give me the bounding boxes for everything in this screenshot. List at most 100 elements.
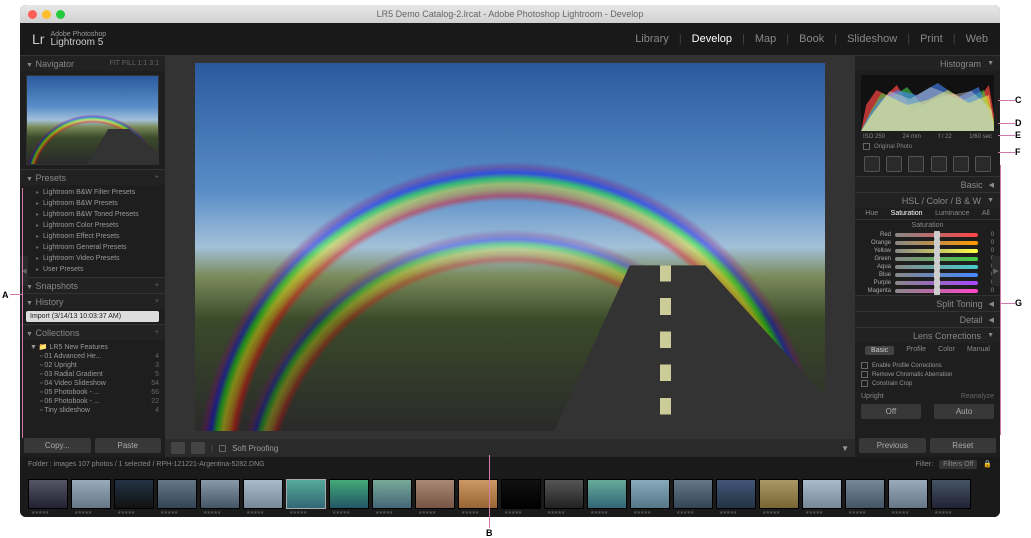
lens-tab-basic[interactable]: Basic xyxy=(865,346,894,355)
clear-history-icon[interactable]: × xyxy=(155,298,159,305)
upright-off-button[interactable]: Off xyxy=(861,404,921,419)
toolbar-menu-icon[interactable]: ▼ xyxy=(841,444,849,453)
crop-tool-icon[interactable] xyxy=(864,156,880,172)
filmstrip-thumb[interactable] xyxy=(931,479,971,509)
filmstrip-thumb[interactable] xyxy=(587,479,627,509)
module-web[interactable]: Web xyxy=(966,33,988,45)
module-print[interactable]: Print xyxy=(920,33,943,45)
lens-tab-color[interactable]: Color xyxy=(938,346,955,355)
filmstrip-thumb[interactable] xyxy=(286,479,326,509)
filter-lock-icon[interactable]: 🔒 xyxy=(983,460,992,468)
lens-tab-manual[interactable]: Manual xyxy=(967,346,990,355)
navigator-preview[interactable] xyxy=(26,75,159,165)
original-photo-checkbox[interactable] xyxy=(863,143,870,150)
filmstrip-thumb[interactable] xyxy=(544,479,584,509)
preset-folder[interactable]: Lightroom General Presets xyxy=(20,242,165,253)
collection-item[interactable]: ▫ 03 Radial Gradient5 xyxy=(20,370,165,379)
collapse-right-icon[interactable]: ▶ xyxy=(992,256,1000,286)
collection-item[interactable]: ▫ 05 Photobook - ...66 xyxy=(20,388,165,397)
hsl-tab-saturation[interactable]: Saturation xyxy=(891,210,923,217)
navigator-modes[interactable]: FIT FILL 1:1 3:1 xyxy=(110,60,159,67)
add-preset-icon[interactable]: + xyxy=(155,174,159,181)
slider-orange[interactable]: Orange0 xyxy=(855,239,1000,247)
filmstrip-thumb[interactable] xyxy=(157,479,197,509)
filmstrip-thumb[interactable] xyxy=(802,479,842,509)
filmstrip-thumb[interactable] xyxy=(200,479,240,509)
slider-purple[interactable]: Purple0 xyxy=(855,279,1000,287)
collections-header[interactable]: ▼ Collections + xyxy=(20,324,165,340)
filmstrip-thumb[interactable] xyxy=(845,479,885,509)
loupe-view-icon[interactable] xyxy=(171,442,185,454)
filmstrip-thumb[interactable] xyxy=(458,479,498,509)
preset-folder[interactable]: Lightroom B&W Presets xyxy=(20,198,165,209)
lens-check[interactable]: Remove Chromatic Aberration xyxy=(861,370,994,379)
slider-blue[interactable]: Blue0 xyxy=(855,271,1000,279)
collection-item[interactable]: ▫ 01 Advanced He...4 xyxy=(20,352,165,361)
collection-item[interactable]: ▫ 06 Photobook - ...22 xyxy=(20,397,165,406)
module-book[interactable]: Book xyxy=(799,33,824,45)
detail-header[interactable]: Detail ◀ xyxy=(855,311,1000,327)
preset-folder[interactable]: Lightroom Effect Presets xyxy=(20,231,165,242)
gradient-tool-icon[interactable] xyxy=(931,156,947,172)
lens-corrections-header[interactable]: Lens Corrections ▼ xyxy=(855,327,1000,343)
main-preview[interactable] xyxy=(195,63,825,431)
preset-folder[interactable]: Lightroom B&W Toned Presets xyxy=(20,209,165,220)
filmstrip-thumb[interactable] xyxy=(415,479,455,509)
reset-button[interactable]: Reset xyxy=(930,438,997,453)
filmstrip-thumb[interactable] xyxy=(372,479,412,509)
before-after-icon[interactable] xyxy=(191,442,205,454)
history-item[interactable]: Import (3/14/13 10:03:37 AM) xyxy=(26,311,159,322)
reanalyze-button[interactable]: Reanalyze xyxy=(961,393,994,400)
collection-item[interactable]: ▫ Tiny slideshow4 xyxy=(20,406,165,415)
minimize-window-icon[interactable] xyxy=(42,10,51,19)
collection-item[interactable]: ▫ 02 Upright3 xyxy=(20,361,165,370)
spot-tool-icon[interactable] xyxy=(886,156,902,172)
filmstrip-thumb[interactable] xyxy=(630,479,670,509)
filmstrip-thumb[interactable] xyxy=(71,479,111,509)
collection-item[interactable]: ▫ 04 Video Slideshow54 xyxy=(20,379,165,388)
module-develop[interactable]: Develop xyxy=(692,33,732,45)
presets-header[interactable]: ▼ Presets + xyxy=(20,169,165,185)
radial-tool-icon[interactable] xyxy=(953,156,969,172)
brush-tool-icon[interactable] xyxy=(975,156,991,172)
previous-button[interactable]: Previous xyxy=(859,438,926,453)
filmstrip-thumb[interactable] xyxy=(243,479,283,509)
add-collection-icon[interactable]: + xyxy=(155,329,159,336)
lens-check[interactable]: Constrain Crop xyxy=(861,379,994,388)
soft-proof-checkbox[interactable] xyxy=(219,445,226,452)
slider-yellow[interactable]: Yellow0 xyxy=(855,247,1000,255)
filmstrip-thumb[interactable] xyxy=(888,479,928,509)
preset-folder[interactable]: Lightroom B&W Filter Presets xyxy=(20,187,165,198)
filmstrip-thumb[interactable] xyxy=(329,479,369,509)
filmstrip-thumb[interactable] xyxy=(28,479,68,509)
filmstrip-thumb[interactable] xyxy=(501,479,541,509)
filters-off-button[interactable]: Filters Off xyxy=(939,460,977,469)
preset-folder[interactable]: Lightroom Color Presets xyxy=(20,220,165,231)
module-slideshow[interactable]: Slideshow xyxy=(847,33,897,45)
slider-green[interactable]: Green0 xyxy=(855,255,1000,263)
module-map[interactable]: Map xyxy=(755,33,776,45)
filmstrip-thumbnails[interactable] xyxy=(20,471,1000,517)
hsl-tab-all[interactable]: All xyxy=(982,210,990,217)
maximize-window-icon[interactable] xyxy=(56,10,65,19)
close-window-icon[interactable] xyxy=(28,10,37,19)
module-library[interactable]: Library xyxy=(635,33,669,45)
paste-button[interactable]: Paste xyxy=(95,438,162,453)
redeye-tool-icon[interactable] xyxy=(908,156,924,172)
slider-aqua[interactable]: Aqua0 xyxy=(855,263,1000,271)
hsl-header[interactable]: HSL / Color / B & W ▼ xyxy=(855,192,1000,208)
preset-folder[interactable]: Lightroom Video Presets xyxy=(20,253,165,264)
snapshots-header[interactable]: ▼ Snapshots + xyxy=(20,277,165,293)
filmstrip-thumb[interactable] xyxy=(716,479,756,509)
filmstrip-path[interactable]: Folder : images 107 photos / 1 selected … xyxy=(28,461,265,468)
basic-header[interactable]: Basic ◀ xyxy=(855,176,1000,192)
filmstrip-thumb[interactable] xyxy=(759,479,799,509)
history-header[interactable]: ▼ History × xyxy=(20,293,165,309)
hsl-tab-luminance[interactable]: Luminance xyxy=(935,210,969,217)
lens-check[interactable]: Enable Profile Corrections xyxy=(861,361,994,370)
preset-folder[interactable]: User Presets xyxy=(20,264,165,275)
lens-tab-profile[interactable]: Profile xyxy=(906,346,926,355)
filmstrip-thumb[interactable] xyxy=(673,479,713,509)
slider-red[interactable]: Red0 xyxy=(855,231,1000,239)
copy-button[interactable]: Copy... xyxy=(24,438,91,453)
